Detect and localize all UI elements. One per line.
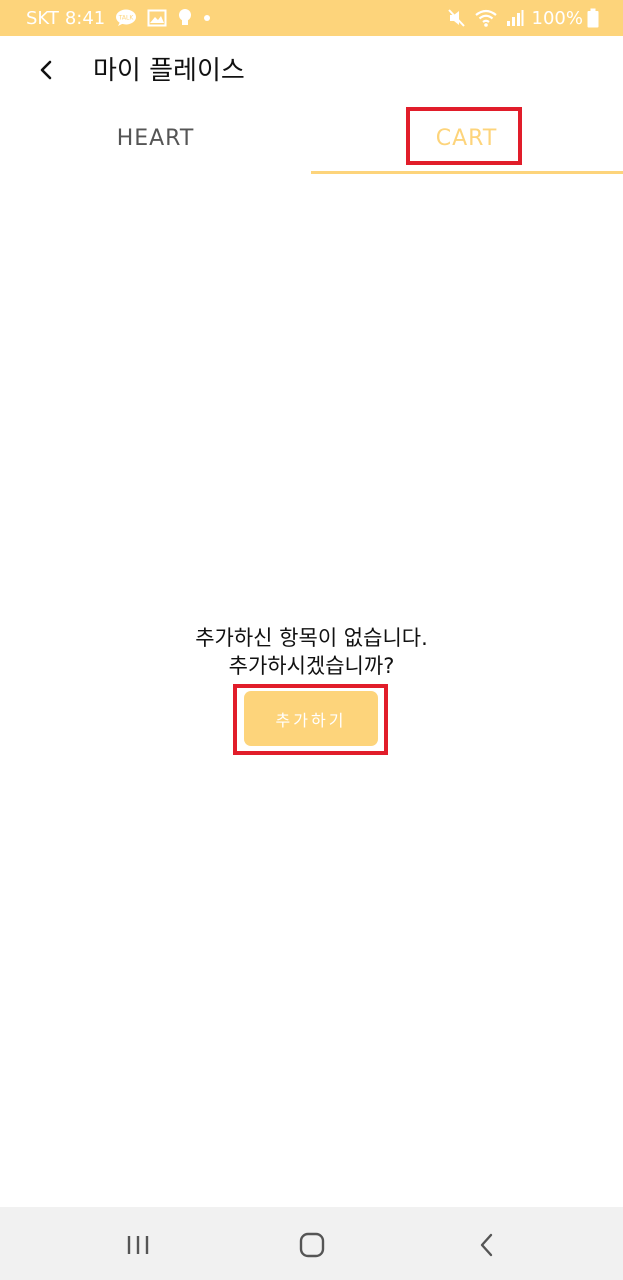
system-back-button[interactable] xyxy=(467,1225,507,1265)
app-bar: 마이 플레이스 xyxy=(0,36,623,102)
chevron-left-icon xyxy=(40,60,52,80)
gallery-icon xyxy=(147,9,167,27)
tab-selected-indicator xyxy=(311,171,623,174)
empty-state-line-2: 추가하시겠습니까? xyxy=(228,654,395,678)
empty-state-line-1: 추가하신 항목이 없습니다. xyxy=(195,626,428,650)
back-button[interactable] xyxy=(28,52,64,88)
bulb-icon xyxy=(177,8,193,28)
home-icon xyxy=(299,1232,325,1258)
wifi-icon xyxy=(474,8,498,28)
talk-icon: TALK xyxy=(115,9,137,27)
home-button[interactable] xyxy=(292,1225,332,1265)
dot-icon xyxy=(203,14,211,22)
status-left: SKT 8:41 TALK xyxy=(26,0,221,36)
battery-icon xyxy=(587,8,599,28)
mute-icon xyxy=(447,8,466,28)
tab-heart[interactable]: HEART xyxy=(0,102,311,174)
recents-icon xyxy=(127,1236,149,1254)
svg-text:TALK: TALK xyxy=(118,15,135,22)
tab-cart[interactable]: CART xyxy=(311,102,622,174)
tab-bar: HEART CART xyxy=(0,102,623,174)
carrier-label: SKT xyxy=(26,7,59,29)
status-bar: SKT 8:41 TALK 100% xyxy=(0,0,623,36)
cart-highlight-box xyxy=(406,107,522,165)
page-title: 마이 플레이스 xyxy=(93,56,245,86)
signal-icon xyxy=(506,9,524,27)
status-right: 100% xyxy=(447,0,599,36)
recents-button[interactable] xyxy=(118,1225,158,1265)
system-nav-bar xyxy=(0,1207,623,1280)
battery-percent: 100% xyxy=(531,7,583,29)
back-icon xyxy=(480,1233,493,1257)
add-button[interactable]: 추가하기 xyxy=(244,691,378,746)
status-time: 8:41 xyxy=(64,7,106,29)
empty-state-message: 추가하신 항목이 없습니다. 추가하시겠습니까? xyxy=(0,624,623,680)
